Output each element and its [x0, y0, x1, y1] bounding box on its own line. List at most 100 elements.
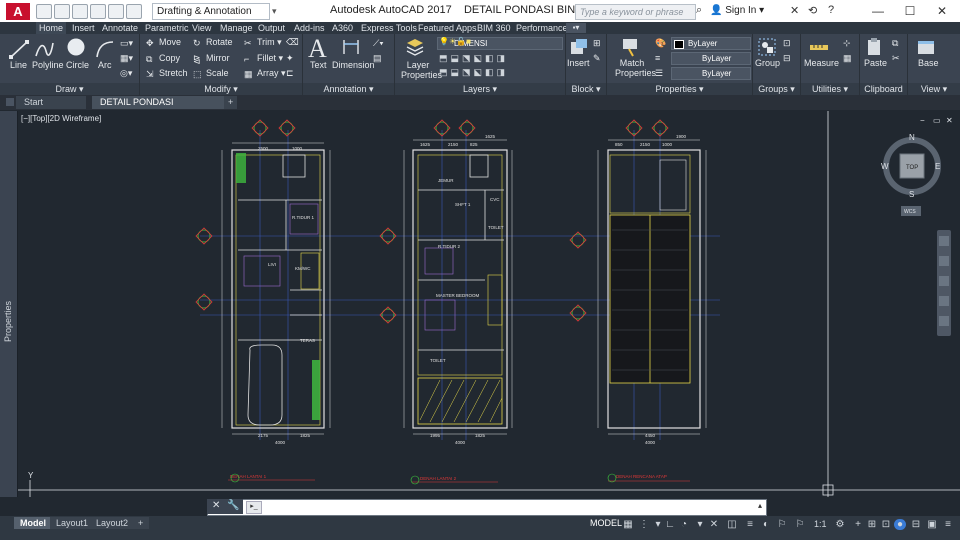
- command-line-input[interactable]: [207, 499, 767, 516]
- insert-label[interactable]: Insert: [567, 58, 590, 68]
- file-tabs-menu-icon[interactable]: [6, 98, 14, 106]
- redo-icon[interactable]: [126, 4, 142, 19]
- base-label[interactable]: Base: [918, 58, 939, 68]
- region-icon[interactable]: ◎▾: [120, 68, 132, 79]
- compass-east[interactable]: E: [935, 162, 940, 171]
- annotation-panel-title[interactable]: Annotation ▾: [303, 83, 394, 95]
- a360-icon[interactable]: ⟲: [808, 4, 817, 17]
- workspace-switch-icon[interactable]: ⚙: [834, 519, 846, 530]
- clipboard-panel-title[interactable]: Clipboard: [860, 83, 907, 95]
- draw-panel-title[interactable]: Draw ▾: [0, 83, 139, 95]
- polyline-icon[interactable]: [34, 39, 54, 59]
- circle-icon[interactable]: [66, 37, 86, 57]
- ungroup-icon[interactable]: ⊡: [783, 38, 791, 49]
- polar-icon[interactable]: ◔: [678, 519, 690, 530]
- viewport-restore-icon[interactable]: ▭: [933, 116, 941, 125]
- layout-tab-model[interactable]: Model: [14, 517, 52, 529]
- save-as-icon[interactable]: [90, 4, 106, 19]
- annotation-scale[interactable]: 1:1: [814, 519, 827, 529]
- block-panel-title[interactable]: Block ▾: [566, 83, 606, 95]
- annotation-monitor-icon[interactable]: +: [852, 519, 864, 530]
- group-edit-icon[interactable]: ⊟: [783, 53, 791, 64]
- calculator-icon[interactable]: ▦: [843, 53, 852, 64]
- viewport-minimize-icon[interactable]: −: [920, 116, 925, 125]
- layer-state-icons[interactable]: ⬒⬓⬔⬕◧◨: [439, 67, 508, 78]
- showmotion-icon[interactable]: [939, 316, 949, 326]
- object-snap-icon[interactable]: ◫: [726, 519, 738, 530]
- utilities-panel-title[interactable]: Utilities ▾: [801, 83, 859, 95]
- exchange-apps-icon[interactable]: ✕: [790, 4, 799, 17]
- trim-tool[interactable]: ✂ Trim ▾: [244, 37, 282, 48]
- command-history-icon[interactable]: ▴: [758, 501, 762, 510]
- array-tool[interactable]: ▦ Array ▾: [244, 68, 286, 79]
- mirror-tool[interactable]: ⧎ Mirror: [193, 53, 230, 64]
- insert-block-icon[interactable]: [569, 37, 589, 57]
- transparency-icon[interactable]: ◐: [760, 519, 772, 530]
- tab-express-tools[interactable]: Express Tools: [361, 22, 417, 34]
- full-navigation-wheel-icon[interactable]: [939, 236, 949, 246]
- leader-icon[interactable]: ⟋▾: [373, 38, 384, 49]
- compass-south[interactable]: S: [909, 190, 914, 199]
- drawing-canvas[interactable]: R.TIDUR 1 LIVI KM/WC TERAS 2500 1000 217…: [18, 111, 960, 507]
- search-input[interactable]: Type a keyword or phrase: [575, 4, 696, 20]
- layers-panel-title[interactable]: Layers ▾: [395, 83, 565, 95]
- group-label[interactable]: Group: [755, 58, 780, 68]
- units-icon[interactable]: ⊞: [866, 519, 878, 530]
- measure-icon[interactable]: [809, 37, 829, 57]
- copy-tool[interactable]: ⧉ Copy: [146, 53, 180, 64]
- tab-a360[interactable]: A360: [332, 22, 353, 34]
- auto-scale-icon[interactable]: ⚐: [794, 519, 806, 530]
- help-icon[interactable]: ?: [828, 4, 834, 16]
- arc-label[interactable]: Arc: [98, 60, 112, 70]
- move-tool[interactable]: ✥ Move: [146, 37, 181, 48]
- tab-featured-apps[interactable]: Featured Apps: [418, 22, 477, 34]
- fillet-tool[interactable]: ⌐ Fillet ▾: [244, 53, 283, 64]
- dimension-icon[interactable]: [341, 37, 361, 57]
- copy-clip-icon[interactable]: ⧉: [892, 38, 898, 49]
- ortho-icon[interactable]: ∟: [664, 519, 676, 530]
- line-label[interactable]: Line: [10, 60, 27, 70]
- edit-block-icon[interactable]: ✎: [593, 53, 601, 64]
- add-layout-button[interactable]: +: [132, 517, 150, 529]
- viewport-controls[interactable]: − ▭ ✕: [920, 116, 953, 125]
- circle-label[interactable]: Circle: [66, 60, 89, 70]
- minimize-button[interactable]: —: [864, 3, 892, 19]
- workspace-switcher[interactable]: Drafting & Annotation: [152, 3, 270, 20]
- tab-output[interactable]: Output: [258, 22, 285, 34]
- explode-icon[interactable]: ✦: [286, 53, 294, 64]
- stretch-tool[interactable]: ⇲ Stretch: [146, 68, 188, 79]
- clean-screen-icon[interactable]: ▣: [926, 519, 938, 530]
- viewcube[interactable]: TOP N S E W WCS: [881, 133, 941, 216]
- arc-icon[interactable]: [95, 39, 115, 59]
- tab-add-ins[interactable]: Add-ins: [294, 22, 325, 34]
- close-button[interactable]: ✕: [928, 3, 956, 19]
- linetype-dropdown[interactable]: ByLayer: [671, 52, 751, 65]
- tab-start[interactable]: Start: [16, 96, 86, 109]
- maximize-button[interactable]: ☐: [896, 3, 924, 19]
- properties-palette-collapsed[interactable]: Properties: [0, 111, 18, 497]
- paste-icon[interactable]: [865, 37, 885, 57]
- polyline-label[interactable]: Polyline: [32, 60, 64, 70]
- new-file-icon[interactable]: [36, 4, 52, 19]
- annotation-visibility-icon[interactable]: ⚐: [776, 519, 788, 530]
- lineweight-toggle-icon[interactable]: ≡: [744, 519, 756, 530]
- navigation-bar[interactable]: [937, 230, 951, 336]
- new-tab-button[interactable]: +: [224, 96, 238, 109]
- quick-properties-icon[interactable]: ⊡: [880, 519, 892, 530]
- isolate-objects-icon[interactable]: ●: [894, 519, 906, 530]
- layout-tab-layout2[interactable]: Layout2: [90, 517, 135, 529]
- undo-icon[interactable]: [108, 4, 124, 19]
- offset-icon[interactable]: ⊏: [286, 68, 294, 79]
- close-command-line-icon[interactable]: ✕: [212, 500, 220, 511]
- floor-plan-2[interactable]: JEMUR SHFT 1 CVC TOILET R.TIDUR 2 MASTER…: [403, 134, 513, 485]
- snap-icon[interactable]: ⋮: [638, 519, 650, 530]
- measure-label[interactable]: Measure: [804, 58, 839, 68]
- tab-annotate[interactable]: Annotate: [102, 22, 138, 34]
- command-prompt-icon[interactable]: ▸_: [246, 501, 262, 514]
- create-block-icon[interactable]: ⊞: [593, 38, 601, 49]
- isodraft-icon[interactable]: ▾: [694, 519, 706, 530]
- roof-plan[interactable]: 850 2150 1000 1900 4450 4000 DENAH RENCA…: [597, 134, 707, 483]
- view-panel-title[interactable]: View ▾: [908, 83, 960, 95]
- tab-insert[interactable]: Insert: [72, 22, 95, 34]
- object-snap-tracking-icon[interactable]: ✕: [708, 519, 720, 530]
